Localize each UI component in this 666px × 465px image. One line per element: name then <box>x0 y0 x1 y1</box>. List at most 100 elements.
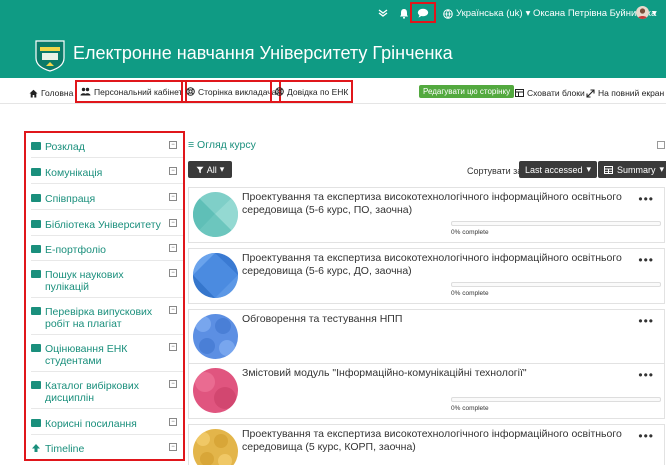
divider <box>31 371 183 372</box>
progress-text: 0% complete <box>451 229 489 236</box>
expand-icon <box>586 88 595 98</box>
sidebar-blocks: Розклад − Комунікація − Співпраця − Бібл… <box>24 131 185 461</box>
fullscreen-button[interactable]: На повний екран <box>586 84 664 102</box>
divider <box>31 408 183 409</box>
filter-label: All <box>206 164 217 175</box>
nav-personal-cabinet[interactable]: Персональний кабінет <box>74 80 188 103</box>
collapse-icon[interactable]: − <box>169 380 177 388</box>
course-title[interactable]: Змістовий модуль "Інформаційно-комунікац… <box>242 367 622 380</box>
collapse-icon[interactable]: − <box>169 269 177 277</box>
view-caret-icon: ▾ <box>659 164 665 174</box>
hide-blocks-button[interactable]: Сховати блоки <box>515 84 585 102</box>
course-title[interactable]: Проектування та експертиза високотехноло… <box>242 191 622 217</box>
table-icon <box>31 168 41 176</box>
site-title[interactable]: Електронне навчання Університету Грінчен… <box>73 43 453 64</box>
chat-icon[interactable] <box>410 2 436 23</box>
menu-dots-icon[interactable]: ••• <box>638 429 654 443</box>
fullscreen-label: На повний екран <box>598 88 665 98</box>
table-icon <box>515 89 524 97</box>
globe-icon <box>443 8 453 19</box>
edit-page-button[interactable]: Редагувати цю сторінку <box>419 85 515 98</box>
sidebar-item-label: Розклад <box>45 141 85 153</box>
filter-caret-icon: ▾ <box>219 164 225 174</box>
table-icon <box>31 307 41 315</box>
progress-text: 0% complete <box>451 405 489 412</box>
navigation-bar: Головна Персональний кабінет Сторінка ви… <box>0 80 666 104</box>
course-title[interactable]: Проектування та експертиза високотехноло… <box>242 428 622 454</box>
sidebar-item-label: Оцінювання ЕНК студентами <box>45 343 128 367</box>
course-card[interactable]: Проектування та експертиза високотехноло… <box>188 187 665 243</box>
collapse-icon[interactable]: − <box>169 343 177 351</box>
course-image[interactable] <box>193 368 238 413</box>
hide-blocks-label: Сховати блоки <box>527 88 585 98</box>
menu-dots-icon[interactable]: ••• <box>638 192 654 206</box>
home-icon <box>29 89 38 97</box>
table-icon <box>31 270 41 278</box>
course-title[interactable]: Обговорення та тестування НПП <box>242 313 622 326</box>
lifebuoy-icon <box>186 87 195 96</box>
nav-teacher-page-label: Сторінка викладача <box>198 86 277 97</box>
users-icon <box>80 87 91 96</box>
site-header: Електронне навчання Університету Грінчен… <box>0 30 666 78</box>
nav-home-label: Головна <box>41 88 74 98</box>
divider <box>31 297 183 298</box>
table-icon <box>31 220 41 228</box>
user-menu-caret-icon[interactable]: ▾ <box>652 8 657 19</box>
progress-bar <box>451 397 661 402</box>
collapse-icon[interactable]: − <box>169 244 177 252</box>
nav-teacher-page[interactable]: Сторінка викладача <box>180 80 282 103</box>
sidebar-item-label: Співпраця <box>45 193 96 205</box>
sidebar-item-label: Пошук наукових пулікацій <box>45 269 124 293</box>
sidebar-item-label: Бібліотека Університету <box>45 219 161 231</box>
sidebar-item-label: Каталог вибіркових дисциплін <box>45 380 139 404</box>
view-dropdown[interactable]: Summary ▾ <box>598 161 666 178</box>
collapse-icon[interactable]: − <box>169 306 177 314</box>
sort-dropdown[interactable]: Last accessed ▾ <box>519 161 598 178</box>
course-image[interactable] <box>193 253 238 298</box>
collapse-block-icon[interactable] <box>657 141 665 149</box>
collapse-icon[interactable]: − <box>169 193 177 201</box>
course-image[interactable] <box>193 314 238 359</box>
sidebar-item-label: Timeline <box>45 443 85 455</box>
course-card[interactable]: Обговорення та тестування НПП ••• <box>188 309 665 365</box>
course-image[interactable] <box>193 429 238 465</box>
collapse-icon[interactable]: − <box>169 219 177 227</box>
course-overview-label: Огляд курсу <box>197 139 256 151</box>
filter-icon <box>196 166 204 173</box>
language-menu[interactable]: Українська (uk) ▾ <box>443 8 530 19</box>
divider <box>31 235 183 236</box>
nav-personal-cabinet-label: Персональний кабінет <box>94 86 183 97</box>
divider <box>31 209 183 210</box>
divider <box>31 157 183 158</box>
table-icon <box>31 142 41 150</box>
sidebar-item-label: Комунікація <box>45 167 103 179</box>
course-image[interactable] <box>193 192 238 237</box>
divider <box>31 434 183 435</box>
course-title[interactable]: Проектування та експертиза високотехноло… <box>242 252 622 278</box>
avatar[interactable] <box>636 6 649 19</box>
nav-help[interactable]: Довідка по ЕНК <box>269 80 354 103</box>
course-card[interactable]: Проектування та експертиза високотехноло… <box>188 424 665 465</box>
top-bar: Українська (uk) ▾ Оксана Петрівна Буйниц… <box>0 0 666 30</box>
language-caret-icon: ▾ <box>525 8 531 19</box>
filter-dropdown[interactable]: All ▾ <box>188 161 232 178</box>
course-card[interactable]: Змістовий модуль "Інформаційно-комунікац… <box>188 363 665 419</box>
chevron-down-icon[interactable] <box>378 8 388 21</box>
menu-dots-icon[interactable]: ••• <box>638 253 654 267</box>
collapse-icon[interactable]: − <box>169 141 177 149</box>
menu-dots-icon[interactable]: ••• <box>638 368 654 382</box>
course-card[interactable]: Проектування та експертиза високотехноло… <box>188 248 665 304</box>
view-value: Summary <box>617 164 656 175</box>
list-icon: ≡ <box>188 139 198 151</box>
collapse-icon[interactable]: − <box>169 418 177 426</box>
sort-caret-icon: ▾ <box>586 164 592 174</box>
menu-dots-icon[interactable]: ••• <box>638 314 654 328</box>
university-logo[interactable] <box>33 38 67 72</box>
bell-icon[interactable] <box>399 8 409 22</box>
collapse-icon[interactable]: − <box>169 443 177 451</box>
table-icon <box>31 245 41 253</box>
table-icon <box>31 381 41 389</box>
collapse-icon[interactable]: − <box>169 167 177 175</box>
course-overview-title: ≡ Огляд курсу <box>188 139 256 151</box>
nav-home[interactable]: Головна <box>29 84 73 102</box>
